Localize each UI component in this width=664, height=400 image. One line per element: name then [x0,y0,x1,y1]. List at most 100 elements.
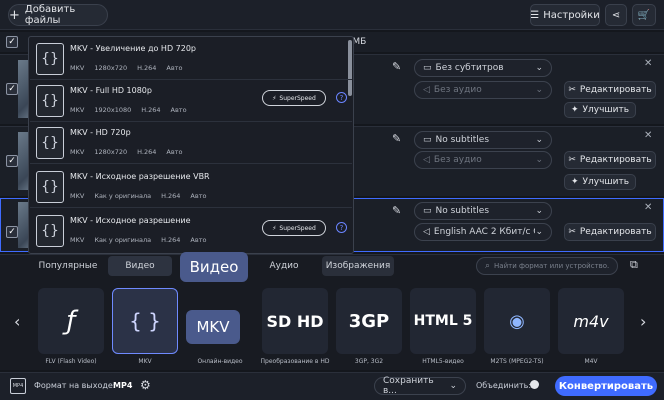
preset-title: MKV - Исходное разрешение [70,216,191,225]
chevron-down-icon: ⌄ [449,381,457,391]
html5-icon: HTML 5 [413,313,473,329]
mkv-file-icon: {} [36,85,64,117]
add-files-button[interactable]: + Добавить файлы [8,4,108,26]
preset-audio: Авто [170,106,187,114]
format-search-input[interactable]: ⌕ Найти формат или устройство... [476,257,618,275]
preset-container: MKV [70,64,85,72]
format-label: HTML5-видео [422,358,464,365]
cart-icon[interactable]: 🛒 [632,4,656,26]
preset-item[interactable]: {} MKV - Исходное разрешение MKV Как у ор… [30,210,352,252]
share-icon[interactable]: ⋖ [605,4,627,26]
preset-specs: MKV Как у оригинала H.264 Авто [70,192,206,200]
tab-images[interactable]: Изображения [322,256,394,276]
edit-button[interactable]: ✂ Редактировать [564,223,656,241]
edit-button[interactable]: ✂ Редактировать [564,151,656,169]
improve-button[interactable]: ✦ Улучшить [564,102,636,118]
bluray-icon: ◉ [509,310,525,332]
settings-sliders-icon: ☰ [530,9,540,21]
improve-button[interactable]: ✦ Улучшить [564,174,636,190]
improve-label: Улучшить [582,177,630,187]
subtitle-select[interactable]: ▭ No subtitles ⌄ [414,202,552,220]
audio-select[interactable]: ◁ Без аудио ⌄ [414,151,552,169]
tab-video[interactable]: Видео [108,256,172,276]
format-3gp[interactable]: 3GP [336,288,402,354]
row-checkbox[interactable]: ✓ [6,155,18,167]
edit-button[interactable]: ✂ Редактировать [564,81,656,99]
close-icon[interactable]: ✕ [644,58,652,69]
sparkle-icon: ✦ [570,177,579,187]
tools-icon: ✂ [568,155,576,165]
format-m4v[interactable]: m4v [558,288,624,354]
settings-button[interactable]: ☰ Настройки [530,4,600,26]
sparkle-icon: ✦ [570,105,579,115]
speech-icon: ▭ [423,135,432,145]
format-label: 3GP, 3G2 [354,358,384,365]
close-icon[interactable]: ✕ [644,202,652,213]
device-detect-icon[interactable]: ⧉ [630,258,638,272]
pencil-icon[interactable]: ✎ [392,204,401,217]
speaker-icon: ◁ [423,155,430,165]
superspeed-label: SuperSpeed [279,94,316,102]
chevron-down-icon: ⌄ [535,135,543,145]
settings-label: Настройки [543,9,600,21]
chevron-down-icon: ⌄ [535,85,543,95]
superspeed-badge: ⚡ SuperSpeed [262,220,326,236]
format-mkv[interactable]: { } [112,288,178,354]
scroll-left-icon[interactable]: ‹ [14,312,20,331]
preset-audio: Авто [166,64,183,72]
mkv-file-icon: {} [36,43,64,75]
help-icon[interactable]: ? [336,222,347,233]
subtitle-select[interactable]: ▭ No subtitles ⌄ [414,131,552,149]
speech-icon: ▭ [423,206,432,216]
preset-title: MKV - HD 720p [70,128,131,137]
subtitle-select[interactable]: ▭ Без субтитров ⌄ [414,59,552,77]
preset-codec: H.264 [137,148,157,156]
preset-container: MKV [70,192,85,200]
row-checkbox[interactable]: ✓ [6,226,18,238]
audio-select[interactable]: ◁English AAC 2 Кбит/с Стерео⌄ [414,223,552,241]
output-format-value: MP4 [113,381,133,390]
mkv-file-icon: {} [36,215,64,247]
preset-title: MKV - Увеличение до HD 720p [70,44,196,53]
row-checkbox[interactable]: ✓ [6,83,18,95]
format-flv[interactable]: ƒ [38,288,104,354]
improve-label: Улучшить [582,105,630,115]
format-label: Онлайн-видео [197,358,243,365]
tools-icon: ✂ [568,85,576,95]
pencil-icon[interactable]: ✎ [392,60,401,73]
audio-value: English AAC 2 Кбит/с Стерео [433,227,536,237]
scroll-right-icon[interactable]: › [640,312,646,331]
help-icon[interactable]: ? [336,92,347,103]
preset-audio: Авто [190,192,207,200]
merge-toggle[interactable] [530,380,539,389]
format-hd[interactable]: SD HD [262,288,328,354]
mkv-file-icon: {} [36,127,64,159]
gear-icon[interactable]: ⚙ [140,378,151,392]
select-all-checkbox[interactable]: ✓ [6,36,18,48]
format-label: MKV [138,358,152,365]
preset-item[interactable]: {} MKV - Full HD 1080p MKV 1920x1080 H.264… [30,80,352,122]
audio-select[interactable]: ◁ Без аудио ⌄ [414,81,552,99]
format-label: M4V [584,358,598,365]
preset-container: MKV [70,106,85,114]
pencil-icon[interactable]: ✎ [392,132,401,145]
merge-label: Объединить: [476,381,532,390]
audio-value: Без аудио [433,155,482,165]
save-label: Сохранить в... [383,376,434,396]
format-html5[interactable]: HTML 5 [410,288,476,354]
tab-popular[interactable]: Популярные [30,256,106,276]
plus-icon: + [9,7,20,23]
save-to-select[interactable]: Сохранить в... ⌄ [374,376,466,396]
preset-item[interactable]: {} MKV - Исходное разрешение VBR MKV Как … [30,166,352,208]
preset-item[interactable]: {} MKV - Увеличение до HD 720p MKV 1280x7… [30,38,352,80]
close-icon[interactable]: ✕ [644,130,652,141]
tooltip-video: Видео [180,252,248,282]
preset-item[interactable]: {} MKV - HD 720p MKV 1280x720 H.264 Авто [30,122,352,164]
preset-codec: H.264 [141,106,161,114]
format-m2ts[interactable]: ◉ [484,288,550,354]
tools-icon: ✂ [568,227,576,237]
tab-audio[interactable]: Аудио [252,256,316,276]
add-files-label: Добавить файлы [24,4,76,26]
preset-resolution: 1280x720 [94,64,128,72]
convert-button[interactable]: Конвертировать [555,376,657,396]
